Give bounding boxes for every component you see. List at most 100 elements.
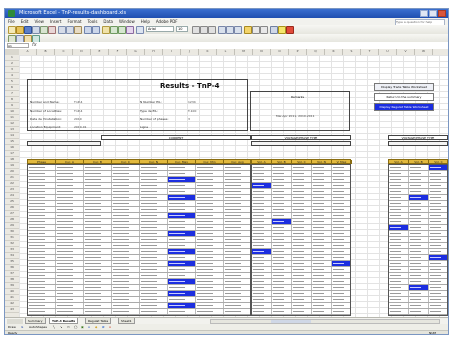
table-cell[interactable] (56, 189, 84, 194)
table-cell[interactable] (196, 249, 224, 254)
table-cell[interactable] (389, 213, 409, 218)
table-cell[interactable] (196, 219, 224, 224)
table-cell[interactable] (28, 165, 56, 170)
table-cell[interactable] (224, 171, 250, 176)
table-cell[interactable] (168, 219, 196, 224)
table-cell[interactable] (252, 189, 272, 194)
table-cell[interactable] (252, 291, 272, 296)
table-cell[interactable] (196, 201, 224, 206)
table-cell[interactable] (112, 255, 140, 260)
table-cell[interactable] (224, 303, 250, 308)
table-cell[interactable] (272, 171, 292, 176)
table-cell[interactable] (429, 285, 447, 290)
table-cell[interactable] (252, 171, 272, 176)
table-cell[interactable] (312, 279, 332, 284)
table-cell[interactable] (409, 285, 429, 290)
table-cell[interactable] (252, 183, 272, 188)
table-cell[interactable] (409, 183, 429, 188)
table-cell[interactable] (272, 219, 292, 224)
table-cell[interactable] (389, 177, 409, 182)
table-cell[interactable] (84, 195, 112, 200)
table-cell[interactable] (252, 165, 272, 170)
menu-help[interactable]: Help (141, 19, 150, 24)
table-cell[interactable] (332, 177, 350, 182)
table-cell[interactable] (429, 195, 447, 200)
table-cell[interactable] (429, 249, 447, 254)
zoom-icon[interactable] (136, 26, 144, 34)
table-cell[interactable] (28, 267, 56, 272)
table-cell[interactable] (196, 231, 224, 236)
table-cell[interactable] (252, 261, 272, 266)
table-cell[interactable] (84, 243, 112, 248)
table-cell[interactable] (56, 261, 84, 266)
table-cell[interactable] (332, 303, 350, 308)
table-cell[interactable] (272, 267, 292, 272)
table-cell[interactable] (224, 231, 250, 236)
table-cell[interactable] (409, 171, 429, 176)
voltage-data-table-right[interactable] (388, 164, 448, 316)
table-cell[interactable] (84, 213, 112, 218)
new-icon[interactable] (8, 26, 16, 34)
table-cell[interactable] (196, 189, 224, 194)
table-cell[interactable] (196, 261, 224, 266)
table-cell[interactable] (292, 213, 312, 218)
table-cell[interactable] (112, 297, 140, 302)
table-cell[interactable] (312, 237, 332, 242)
table-cell[interactable] (409, 201, 429, 206)
menu-window[interactable]: Window (119, 19, 135, 24)
table-cell[interactable] (272, 291, 292, 296)
table-cell[interactable] (196, 183, 224, 188)
table-cell[interactable] (168, 225, 196, 230)
table-cell[interactable] (140, 285, 168, 290)
table-cell[interactable] (112, 291, 140, 296)
table-cell[interactable] (28, 297, 56, 302)
table-cell[interactable] (140, 195, 168, 200)
table-cell[interactable] (196, 171, 224, 176)
table-cell[interactable] (140, 261, 168, 266)
table-cell[interactable] (140, 255, 168, 260)
table-cell[interactable] (140, 297, 168, 302)
menu-edit[interactable]: Edit (21, 19, 29, 24)
cut-icon[interactable] (58, 26, 66, 34)
table-cell[interactable] (168, 201, 196, 206)
table-cell[interactable] (429, 171, 447, 176)
table-cell[interactable] (272, 243, 292, 248)
table-cell[interactable] (429, 225, 447, 230)
table-cell[interactable] (84, 165, 112, 170)
table-cell[interactable] (409, 213, 429, 218)
table-cell[interactable] (429, 219, 447, 224)
table-cell[interactable] (224, 213, 250, 218)
table-cell[interactable] (312, 303, 332, 308)
table-cell[interactable] (196, 297, 224, 302)
menu-format[interactable]: Format (67, 19, 81, 24)
table-cell[interactable] (292, 207, 312, 212)
table-cell[interactable] (332, 237, 350, 242)
table-cell[interactable] (196, 255, 224, 260)
table-cell[interactable] (292, 297, 312, 302)
table-cell[interactable] (28, 213, 56, 218)
table-cell[interactable] (272, 207, 292, 212)
table-cell[interactable] (168, 267, 196, 272)
table-cell[interactable] (112, 219, 140, 224)
autoshapes-menu[interactable]: AutoShapes (29, 325, 47, 329)
table-row[interactable] (252, 309, 350, 315)
table-cell[interactable] (389, 255, 409, 260)
table-cell[interactable] (196, 279, 224, 284)
table-cell[interactable] (409, 231, 429, 236)
table-cell[interactable] (272, 231, 292, 236)
table-cell[interactable] (196, 267, 224, 272)
table-cell[interactable] (272, 303, 292, 308)
table-cell[interactable] (332, 231, 350, 236)
table-cell[interactable] (224, 165, 250, 170)
table-cell[interactable] (56, 243, 84, 248)
table-cell[interactable] (252, 195, 272, 200)
table-cell[interactable] (56, 201, 84, 206)
wordart-icon[interactable]: A (88, 325, 90, 329)
table-cell[interactable] (389, 303, 409, 308)
table-cell[interactable] (252, 249, 272, 254)
percent-icon[interactable] (252, 26, 260, 34)
table-cell[interactable] (409, 255, 429, 260)
table-cell[interactable] (28, 255, 56, 260)
table-cell[interactable] (112, 207, 140, 212)
table-cell[interactable] (312, 213, 332, 218)
